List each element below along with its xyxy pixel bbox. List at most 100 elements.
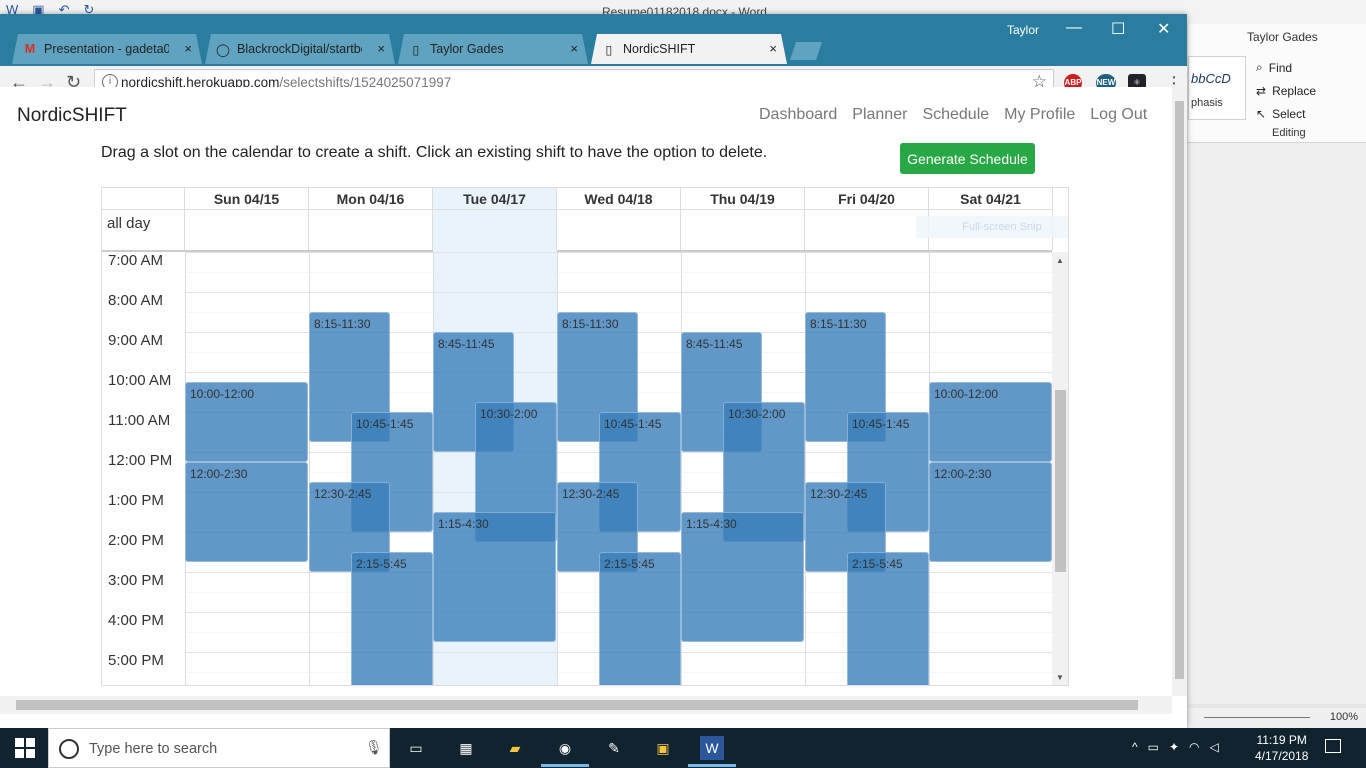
- find-icon: ⌕: [1256, 60, 1263, 74]
- shift-event[interactable]: 10:00-12:00: [185, 382, 308, 462]
- top-nav: Dashboard Planner Schedule My Profile Lo…: [759, 106, 1147, 124]
- wifi-icon[interactable]: ◠: [1189, 740, 1199, 754]
- clock[interactable]: 11:19 PM 4/17/2018: [1255, 732, 1308, 764]
- minimize-icon[interactable]: —: [1066, 19, 1082, 37]
- shift-event[interactable]: 2:15-5:45: [847, 552, 929, 685]
- nav-dashboard[interactable]: Dashboard: [759, 106, 837, 124]
- style-preview: bbCcD: [1191, 71, 1231, 86]
- volume-icon[interactable]: ◁: [1210, 740, 1219, 754]
- time-label: 5:00 PM: [108, 652, 164, 669]
- cortana-icon: [59, 739, 79, 759]
- snip-tooltip: Full-screen Snip: [916, 216, 1068, 238]
- taskbar-search[interactable]: Type here to search 🎙: [48, 728, 390, 768]
- allday-cell[interactable]: [309, 210, 433, 250]
- time-label: 4:00 PM: [108, 612, 164, 629]
- calendar-scrollbar[interactable]: ▲ ▼: [1052, 252, 1068, 685]
- shift-event[interactable]: 10:00-12:00: [929, 382, 1052, 462]
- notepad-icon[interactable]: ✎: [602, 736, 626, 760]
- shift-event[interactable]: 1:15-4:30: [433, 512, 556, 642]
- tab-github[interactable]: ◯ BlackrockDigital/startboo ×: [205, 34, 395, 64]
- battery-icon[interactable]: ▭: [1148, 740, 1159, 754]
- nav-schedule[interactable]: Schedule: [922, 106, 989, 124]
- page-vertical-scrollbar[interactable]: [1172, 87, 1187, 696]
- time-label: 11:00 AM: [108, 412, 171, 429]
- word-active-indicator: [688, 764, 736, 767]
- tab-gmail[interactable]: M Presentation - gadeta01 ×: [12, 34, 202, 64]
- chrome-active-indicator: [541, 764, 589, 767]
- time-label: 12:00 PM: [108, 452, 173, 469]
- select-button[interactable]: ↖ Select: [1256, 102, 1316, 125]
- shift-event[interactable]: 1:15-4:30: [681, 512, 804, 642]
- close-icon[interactable]: ×: [377, 41, 385, 56]
- day-header: Thu 04/19: [681, 188, 805, 210]
- dropbox-icon[interactable]: ✦: [1169, 740, 1179, 754]
- taskbar: Type here to search 🎙 ▭ ▦ ▰ ◉ ✎ ▣ W ^ ▭ …: [0, 728, 1366, 768]
- shift-event[interactable]: 12:00-2:30: [185, 462, 308, 562]
- zoom-slider[interactable]: [1204, 717, 1310, 718]
- file-explorer-icon[interactable]: ▰: [503, 736, 527, 760]
- allday-cell[interactable]: [805, 210, 929, 250]
- show-hidden-icon[interactable]: ^: [1132, 740, 1138, 754]
- maximize-icon[interactable]: ☐: [1111, 19, 1125, 39]
- chrome-icon[interactable]: ◉: [553, 736, 577, 760]
- day-header: Sat 04/21: [929, 188, 1053, 210]
- allday-cell[interactable]: [433, 210, 557, 250]
- word-user-name[interactable]: Taylor Gades: [1247, 30, 1318, 44]
- nav-log-out[interactable]: Log Out: [1090, 106, 1147, 124]
- zoom-level[interactable]: 100%: [1330, 711, 1358, 723]
- generate-schedule-button[interactable]: Generate Schedule: [900, 143, 1035, 174]
- profile-name[interactable]: Taylor: [1007, 23, 1039, 37]
- half-hour-gridline: [185, 272, 1052, 274]
- page-scroll-thumb[interactable]: [1175, 101, 1184, 679]
- day-header: Fri 04/20: [805, 188, 929, 210]
- tab-taylor-gades[interactable]: ▯ Taylor Gades ×: [398, 34, 588, 64]
- page-hscroll-thumb[interactable]: [16, 700, 1138, 710]
- page-horizontal-scrollbar[interactable]: [0, 696, 1172, 714]
- day-header: Wed 04/18: [557, 188, 681, 210]
- nav-my-profile[interactable]: My Profile: [1004, 106, 1075, 124]
- window-close-icon[interactable]: ✕: [1157, 19, 1170, 39]
- app-icon[interactable]: ▣: [651, 736, 675, 760]
- day-header: Mon 04/16: [309, 188, 433, 210]
- microphone-icon[interactable]: 🎙: [365, 739, 383, 756]
- brand-logo[interactable]: NordicSHIFT: [17, 105, 127, 127]
- allday-cell[interactable]: [185, 210, 309, 250]
- editing-group-label: Editing: [1272, 127, 1306, 139]
- clock-date: 4/17/2018: [1255, 749, 1309, 763]
- word-status-bar: 100%: [1188, 708, 1366, 728]
- time-label: 7:00 AM: [108, 252, 164, 269]
- close-icon[interactable]: ×: [184, 41, 192, 56]
- allday-cell[interactable]: [681, 210, 805, 250]
- tab-nordicshift[interactable]: ▯ NordicSHIFT ×: [591, 34, 787, 64]
- word-icon[interactable]: W: [700, 736, 724, 760]
- shift-event[interactable]: 2:15-5:45: [599, 552, 681, 685]
- close-icon[interactable]: ×: [769, 41, 777, 56]
- shift-event[interactable]: 2:15-5:45: [351, 552, 433, 685]
- task-view-icon[interactable]: ▭: [404, 736, 428, 760]
- page-icon: ▯: [605, 42, 613, 57]
- new-tab-button[interactable]: [790, 42, 822, 60]
- replace-button[interactable]: ⇄ Replace: [1256, 79, 1316, 102]
- page-icon: ▯: [412, 42, 420, 57]
- calendar-scroll-thumb[interactable]: [1055, 390, 1066, 572]
- shift-event[interactable]: 12:00-2:30: [929, 462, 1052, 562]
- nav-planner[interactable]: Planner: [852, 106, 907, 124]
- word-styles-gallery[interactable]: bbCcD phasis: [1188, 56, 1246, 120]
- start-button[interactable]: [15, 738, 35, 758]
- scroll-down-icon[interactable]: ▼: [1056, 673, 1064, 682]
- find-button[interactable]: ⌕ Find: [1256, 56, 1316, 79]
- search-placeholder: Type here to search: [89, 741, 218, 757]
- time-label: 1:00 PM: [108, 492, 164, 509]
- allday-label: all day: [102, 210, 185, 250]
- time-label: 9:00 AM: [108, 332, 164, 349]
- day-header: Sun 04/15: [185, 188, 309, 210]
- hour-gridline: [185, 252, 1052, 253]
- calculator-icon[interactable]: ▦: [454, 736, 478, 760]
- close-icon[interactable]: ×: [570, 41, 578, 56]
- day-header: Tue 04/17: [433, 188, 557, 210]
- scroll-up-icon[interactable]: ▲: [1056, 256, 1064, 265]
- notification-icon[interactable]: [1325, 739, 1341, 753]
- style-name: phasis: [1191, 97, 1223, 109]
- allday-cell[interactable]: [557, 210, 681, 250]
- time-label: 10:00 AM: [108, 372, 172, 389]
